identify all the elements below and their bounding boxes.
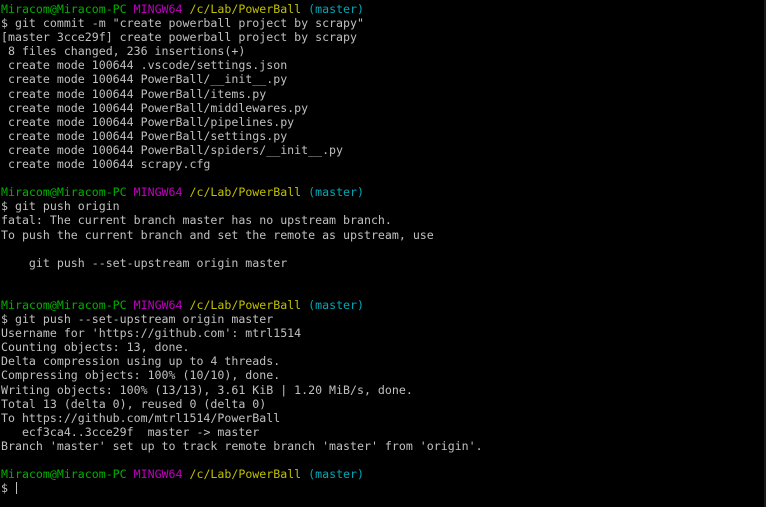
shell-prompt: Miracom@Miracom-PC MINGW64 /c/Lab/PowerB… [1, 467, 766, 481]
terminal-window[interactable]: Miracom@Miracom-PC MINGW64 /c/Lab/PowerB… [0, 0, 766, 507]
output-line: Total 13 (delta 0), reused 0 (delta 0) [1, 396, 267, 411]
prompt-branch: (master) [308, 297, 364, 312]
output-line: Writing objects: 100% (13/13), 3.61 KiB … [1, 382, 413, 397]
prompt-user-host: Miracom@Miracom-PC [1, 185, 127, 200]
prompt-env: MINGW64 [133, 2, 183, 16]
output-line: create mode 100644 PowerBall/spiders/__i… [1, 142, 344, 157]
output-line: Compressing objects: 100% (10/10), done. [1, 368, 281, 383]
output-line: create mode 100644 scrapy.cfg [1, 157, 211, 172]
output-line: create mode 100644 PowerBall/pipelines.p… [1, 114, 295, 129]
prompt-branch: (master) [308, 185, 364, 200]
prompt-user-host: Miracom@Miracom-PC [1, 297, 127, 312]
output-line: Username for 'https://github.com': mtrl1… [1, 326, 302, 341]
prompt-path: /c/Lab/PowerBall [189, 297, 302, 312]
command-line: $ git push --set-upstream origin master [1, 312, 274, 327]
prompt-env: MINGW64 [133, 297, 183, 312]
active-input-line[interactable]: $ [1, 481, 766, 495]
prompt-path: /c/Lab/PowerBall [189, 2, 302, 16]
prompt-env: MINGW64 [133, 467, 183, 482]
prompt-path: /c/Lab/PowerBall [189, 185, 302, 200]
output-line: fatal: The current branch master has no … [1, 213, 392, 228]
output-line: 8 files changed, 236 insertions(+) [1, 44, 246, 59]
output-line: [master 3cce29f] create powerball projec… [1, 30, 357, 45]
command-line: $ git commit -m "create powerball projec… [1, 16, 364, 31]
prompt-symbol: $ [1, 481, 15, 496]
prompt-path: /c/Lab/PowerBall [189, 467, 302, 482]
shell-prompt: Miracom@Miracom-PC MINGW64 /c/Lab/PowerB… [1, 2, 766, 16]
output-line: To https://github.com/mtrl1514/PowerBall [1, 410, 281, 425]
output-line: create mode 100644 PowerBall/middlewares… [1, 100, 309, 115]
text-cursor [15, 482, 17, 495]
prompt-user-host: Miracom@Miracom-PC [1, 2, 127, 16]
shell-prompt: Miracom@Miracom-PC MINGW64 /c/Lab/PowerB… [1, 298, 766, 312]
output-line: create mode 100644 PowerBall/items.py [1, 86, 267, 101]
output-line: Delta compression using up to 4 threads. [1, 354, 281, 369]
prompt-user-host: Miracom@Miracom-PC [1, 467, 127, 482]
output-line: To push the current branch and set the r… [1, 227, 434, 242]
shell-prompt: Miracom@Miracom-PC MINGW64 /c/Lab/PowerB… [1, 185, 766, 199]
command-line: $ git push origin [1, 199, 120, 214]
prompt-branch: (master) [308, 467, 364, 482]
output-line: create mode 100644 PowerBall/__init__.py [1, 72, 288, 87]
output-line: git push --set-upstream origin master [1, 255, 288, 270]
prompt-env: MINGW64 [133, 185, 183, 200]
output-line: Branch 'master' set up to track remote b… [1, 438, 483, 453]
output-line: create mode 100644 PowerBall/settings.py [1, 128, 288, 143]
output-line: ecf3ca4..3cce29f master -> master [1, 424, 260, 439]
output-line: create mode 100644 .vscode/settings.json [1, 58, 288, 73]
output-line: Counting objects: 13, done. [1, 340, 190, 355]
prompt-branch: (master) [308, 2, 364, 16]
